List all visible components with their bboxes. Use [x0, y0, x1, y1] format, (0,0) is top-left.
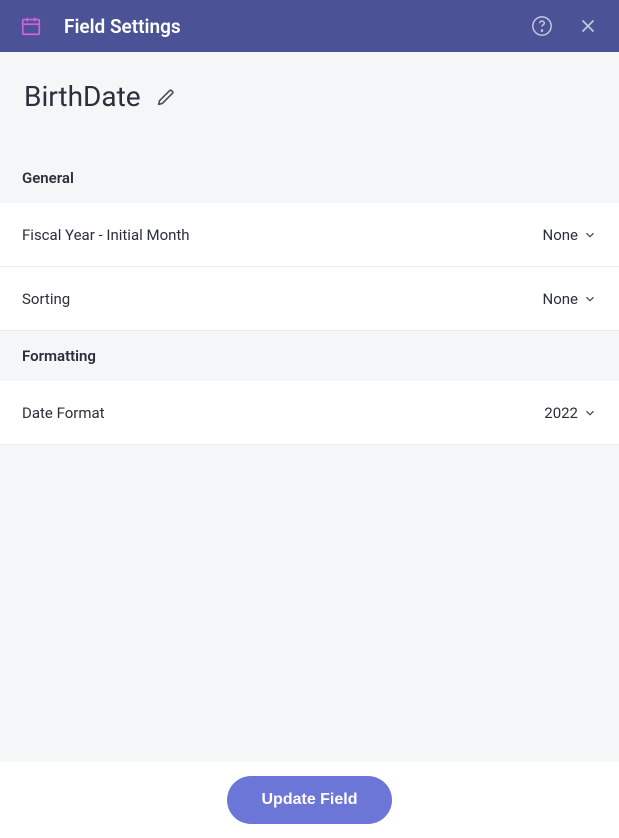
calendar-icon	[20, 15, 42, 37]
panel-title: Field Settings	[64, 15, 531, 38]
setting-value-sorting[interactable]: None	[543, 290, 598, 308]
setting-value-fiscal-year[interactable]: None	[543, 226, 598, 244]
update-field-button[interactable]: Update Field	[227, 776, 391, 824]
help-icon[interactable]	[531, 15, 553, 37]
setting-value-date-format[interactable]: 2022	[544, 404, 597, 422]
setting-value-text: None	[543, 226, 579, 244]
section-header-general: General	[0, 153, 619, 203]
setting-row-sorting: Sorting None	[0, 267, 619, 331]
content-area: BirthDate General Fiscal Year - Initial …	[0, 52, 619, 762]
chevron-down-icon	[583, 228, 597, 242]
setting-label-fiscal-year: Fiscal Year - Initial Month	[22, 226, 190, 244]
setting-value-text: None	[543, 290, 579, 308]
section-header-formatting: Formatting	[0, 331, 619, 381]
close-icon[interactable]	[577, 15, 599, 37]
chevron-down-icon	[583, 292, 597, 306]
content-spacer	[0, 445, 619, 762]
chevron-down-icon	[583, 406, 597, 420]
setting-label-date-format: Date Format	[22, 404, 105, 422]
setting-row-date-format: Date Format 2022	[0, 381, 619, 445]
field-name: BirthDate	[24, 80, 141, 113]
panel-header: Field Settings	[0, 0, 619, 52]
pencil-icon[interactable]	[155, 86, 177, 108]
setting-row-fiscal-year: Fiscal Year - Initial Month None	[0, 203, 619, 267]
panel-footer: Update Field	[0, 762, 619, 838]
setting-value-text: 2022	[544, 404, 578, 422]
field-name-row: BirthDate	[0, 52, 619, 153]
setting-label-sorting: Sorting	[22, 290, 70, 308]
